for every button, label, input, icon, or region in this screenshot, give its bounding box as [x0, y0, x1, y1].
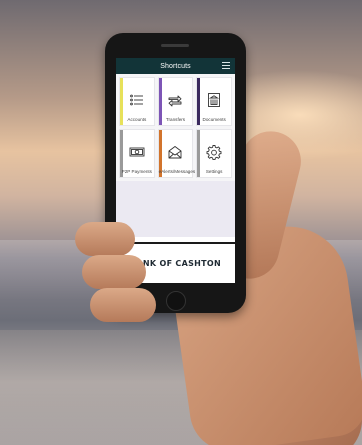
- shortcut-grid: Accounts Transfers Documents P2P Payment…: [116, 74, 235, 181]
- tile-label: eAlerts/Messages: [158, 169, 196, 174]
- finger-middle: [82, 255, 146, 289]
- app-header: Shortcuts: [116, 58, 235, 74]
- tile-settings[interactable]: Settings: [196, 129, 232, 178]
- tile-label: Accounts: [127, 117, 147, 122]
- hamburger-icon[interactable]: [222, 62, 230, 70]
- phone-screen: Shortcuts Accounts Transfers Documents P…: [116, 58, 235, 283]
- building-icon: [208, 92, 221, 107]
- envelope-icon: [169, 145, 182, 158]
- list-icon: [129, 94, 143, 105]
- tile-ealerts-messages[interactable]: eAlerts/Messages: [157, 129, 196, 178]
- finger-ring: [90, 288, 156, 322]
- tile-p2p-payments[interactable]: P2P Payments: [119, 129, 155, 178]
- empty-area: [116, 181, 235, 237]
- tile-label: Documents: [202, 117, 226, 122]
- tile-documents[interactable]: Documents: [196, 77, 232, 126]
- tile-accounts[interactable]: Accounts: [119, 77, 155, 126]
- home-button[interactable]: [166, 291, 186, 311]
- tile-transfers[interactable]: Transfers: [157, 77, 194, 126]
- tile-label: Transfers: [165, 117, 186, 122]
- finger-index: [75, 222, 135, 256]
- phone-speaker: [161, 44, 189, 47]
- app-title: Shortcuts: [160, 62, 191, 70]
- money-icon: [129, 147, 145, 156]
- tile-label: Settings: [205, 169, 223, 174]
- photo-scene: Shortcuts Accounts Transfers Documents P…: [0, 0, 362, 445]
- gear-icon: [206, 144, 222, 160]
- tile-label: P2P Payments: [121, 169, 152, 174]
- arrows-icon: [169, 95, 182, 106]
